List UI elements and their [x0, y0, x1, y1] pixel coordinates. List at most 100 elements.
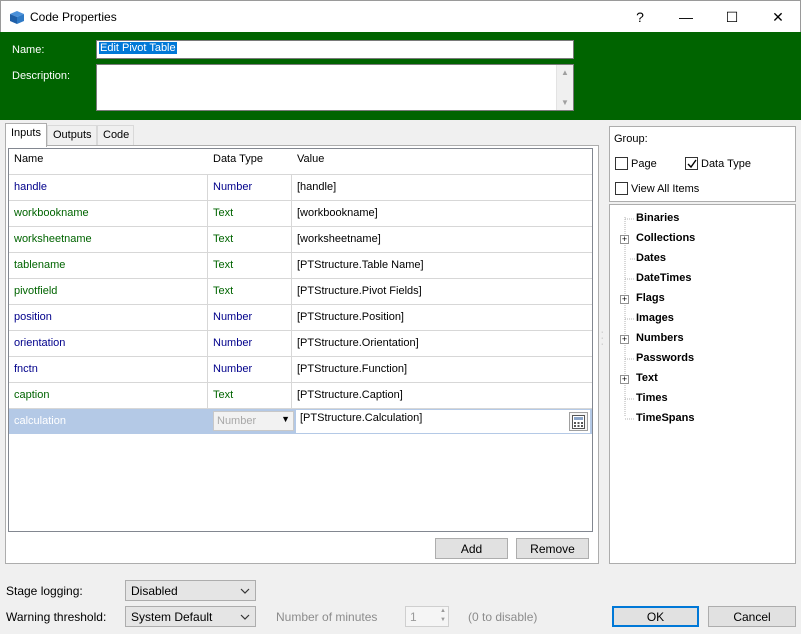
expand-icon[interactable]: + [620, 375, 629, 384]
param-name[interactable]: position [9, 305, 208, 330]
param-value[interactable]: [handle] [292, 175, 592, 200]
splitter-grip[interactable]: · · · [601, 329, 605, 348]
param-type[interactable]: Text [208, 253, 292, 278]
minutes-stepper[interactable]: 1 ▲ ▼ [405, 606, 449, 627]
data-type-checkbox[interactable] [685, 157, 698, 170]
minutes-value: 1 [410, 610, 417, 624]
param-value[interactable]: [workbookname] [292, 201, 592, 226]
param-type[interactable]: Text [208, 279, 292, 304]
minutes-label: Number of minutes [276, 610, 378, 624]
help-button[interactable]: ? [617, 1, 663, 33]
param-type[interactable]: Text [208, 383, 292, 408]
table-row[interactable]: worksheetname Text [worksheetname] [9, 226, 592, 252]
param-type[interactable]: Number [208, 305, 292, 330]
column-header-name[interactable]: Name [9, 149, 208, 173]
param-name[interactable]: orientation [9, 331, 208, 356]
add-button[interactable]: Add [435, 538, 508, 559]
table-row[interactable]: fnctn Number [PTStructure.Function] [9, 356, 592, 382]
tab-outputs[interactable]: Outputs [47, 125, 97, 146]
param-value[interactable]: [PTStructure.Table Name] [292, 253, 592, 278]
inputs-grid: Name Data Type Value handle Number [hand… [8, 148, 593, 532]
ok-button[interactable]: OK [612, 606, 699, 627]
tab-inputs[interactable]: Inputs [5, 123, 47, 147]
remove-button[interactable]: Remove [516, 538, 589, 559]
data-type-dropdown-value: Number [217, 415, 257, 427]
table-row[interactable]: tablename Text [PTStructure.Table Name] [9, 252, 592, 278]
param-name[interactable]: pivotfield [9, 279, 208, 304]
chevron-down-icon[interactable]: ▼ [281, 414, 290, 424]
warning-threshold-dropdown[interactable]: System Default [125, 606, 256, 627]
tree-item-passwords[interactable]: Passwords [636, 352, 694, 364]
tab-code[interactable]: Code [97, 125, 134, 146]
table-row[interactable]: pivotfield Text [PTStructure.Pivot Field… [9, 278, 592, 304]
param-value[interactable]: [PTStructure.Pivot Fields] [292, 279, 592, 304]
param-type[interactable]: Text [208, 227, 292, 252]
tree-item-images[interactable]: Images [636, 312, 674, 324]
chevron-down-icon[interactable] [240, 587, 250, 595]
data-type-dropdown[interactable]: Number ▼ [213, 411, 294, 431]
tree-item-numbers[interactable]: Numbers [636, 332, 684, 344]
tree-item-collections[interactable]: Collections [636, 232, 695, 244]
tree-item-timespans[interactable]: TimeSpans [636, 412, 695, 424]
calculator-button[interactable] [569, 412, 588, 431]
close-button[interactable]: ✕ [755, 1, 801, 33]
expand-icon[interactable]: + [620, 335, 629, 344]
data-type-checkbox-label[interactable]: Data Type [701, 158, 751, 170]
tree-item-flags[interactable]: Flags [636, 292, 665, 304]
stage-logging-label: Stage logging: [6, 584, 83, 598]
value-input[interactable]: [PTStructure.Calculation] [295, 409, 591, 434]
warning-threshold-value: System Default [131, 610, 213, 624]
param-value[interactable]: [PTStructure.Position] [292, 305, 592, 330]
maximize-button[interactable]: ☐ [709, 1, 755, 33]
minimize-button[interactable]: — [663, 1, 709, 33]
description-field[interactable]: ▲ ▼ [96, 64, 574, 111]
expand-icon[interactable]: + [620, 295, 629, 304]
param-type[interactable]: Number [208, 175, 292, 200]
param-name[interactable]: worksheetname [9, 227, 208, 252]
param-name[interactable]: caption [9, 383, 208, 408]
tree-item-binaries[interactable]: Binaries [636, 212, 679, 224]
tree-item-datetimes[interactable]: DateTimes [636, 272, 691, 284]
tree-item-times[interactable]: Times [636, 392, 668, 404]
table-row[interactable]: position Number [PTStructure.Position] [9, 304, 592, 330]
param-name[interactable]: handle [9, 175, 208, 200]
table-row[interactable]: workbookname Text [workbookname] [9, 200, 592, 226]
cancel-button[interactable]: Cancel [708, 606, 796, 627]
name-label: Name: [12, 44, 45, 56]
stage-logging-dropdown[interactable]: Disabled [125, 580, 256, 601]
param-name[interactable]: calculation [9, 409, 208, 434]
view-all-checkbox-label[interactable]: View All Items [631, 183, 699, 195]
name-input[interactable]: Edit Pivot Table [96, 40, 574, 59]
param-name[interactable]: fnctn [9, 357, 208, 382]
column-header-value[interactable]: Value [292, 149, 592, 173]
chevron-down-icon[interactable] [240, 613, 250, 621]
param-type[interactable]: Text [208, 201, 292, 226]
scroll-up-icon[interactable]: ▲ [561, 68, 569, 77]
scroll-down-icon[interactable]: ▼ [561, 98, 569, 107]
table-row-selected[interactable]: calculation Number ▼ [PTStructure.Calcul… [9, 408, 592, 434]
table-row[interactable]: orientation Number [PTStructure.Orientat… [9, 330, 592, 356]
warning-threshold-label: Warning threshold: [6, 610, 107, 624]
page-checkbox-label[interactable]: Page [631, 158, 657, 170]
data-item-tree: Binaries + Collections Dates DateTimes +… [609, 204, 796, 564]
param-type[interactable]: Number [208, 357, 292, 382]
page-checkbox[interactable] [615, 157, 628, 170]
stepper-up-icon[interactable]: ▲ [440, 608, 446, 614]
table-row[interactable]: handle Number [handle] [9, 174, 592, 200]
column-header-data-type[interactable]: Data Type [208, 149, 292, 173]
tree-item-text[interactable]: Text [636, 372, 658, 384]
description-scrollbar[interactable]: ▲ ▼ [556, 65, 573, 110]
param-name[interactable]: tablename [9, 253, 208, 278]
param-value[interactable]: [PTStructure.Orientation] [292, 331, 592, 356]
param-value[interactable]: [PTStructure.Caption] [292, 383, 592, 408]
param-type[interactable]: Number [208, 331, 292, 356]
param-value[interactable]: [worksheetname] [292, 227, 592, 252]
expand-icon[interactable]: + [620, 235, 629, 244]
table-row[interactable]: caption Text [PTStructure.Caption] [9, 382, 592, 408]
title-bar: Code Properties ? — ☐ ✕ [0, 0, 801, 32]
view-all-checkbox[interactable] [615, 182, 628, 195]
param-value[interactable]: [PTStructure.Function] [292, 357, 592, 382]
param-name[interactable]: workbookname [9, 201, 208, 226]
stepper-down-icon[interactable]: ▼ [440, 617, 446, 623]
tree-item-dates[interactable]: Dates [636, 252, 666, 264]
